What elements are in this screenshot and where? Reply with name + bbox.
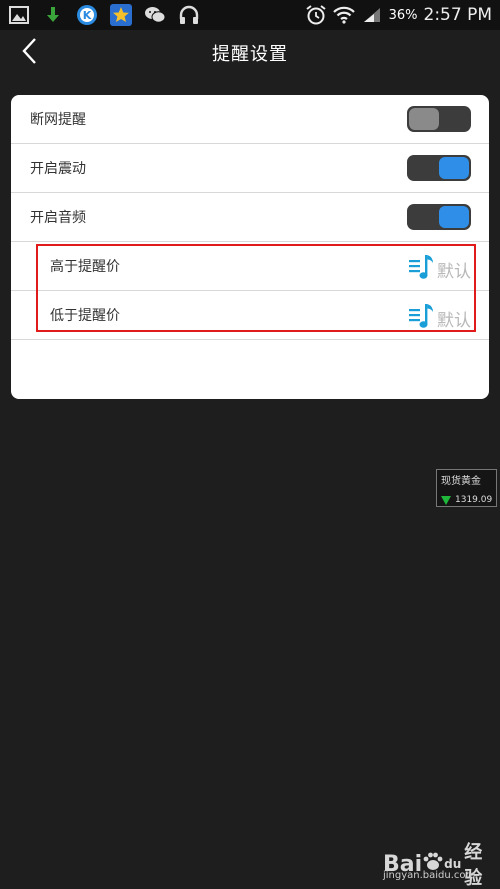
sound-value: 默认 xyxy=(437,261,471,282)
page-title: 提醒设置 xyxy=(212,44,288,65)
setting-label: 高于提醒价 xyxy=(50,259,120,275)
baidu-watermark: Bai du 经验 jingyan.baidu.com xyxy=(383,838,498,889)
toggle-knob xyxy=(439,206,469,228)
setting-label: 开启震动 xyxy=(30,161,86,177)
svg-text:K: K xyxy=(83,9,92,22)
star-app-icon xyxy=(110,4,132,26)
setting-label: 开启音频 xyxy=(30,210,86,226)
price-widget[interactable]: 现货黄金 1319.09 xyxy=(436,469,497,507)
music-list-icon xyxy=(408,302,436,334)
setting-row-vibration: 开启震动 xyxy=(11,144,489,193)
back-button[interactable] xyxy=(16,38,42,68)
watermark-brand-text: Bai xyxy=(383,851,423,877)
paw-icon xyxy=(422,850,444,878)
above-price-sound-selector[interactable]: 默认 xyxy=(408,253,471,285)
download-icon xyxy=(42,4,64,26)
k-app-icon: K xyxy=(76,4,98,26)
music-list-icon xyxy=(408,253,436,285)
gallery-icon xyxy=(8,4,30,26)
price-widget-value: 1319.09 xyxy=(455,494,493,505)
setting-label: 断网提醒 xyxy=(30,112,86,128)
price-widget-row: 1319.09 xyxy=(441,490,492,509)
disconnect-toggle[interactable] xyxy=(407,106,471,132)
settings-card: 断网提醒 开启震动 开启音频 高于提醒价 默认 低于提醒价 默认 保存 取消 xyxy=(11,95,489,399)
clock: 2:57 PM xyxy=(423,5,493,25)
setting-label: 低于提醒价 xyxy=(50,308,120,324)
signal-icon xyxy=(361,4,383,26)
watermark-brand-suffix: du xyxy=(444,857,462,871)
title-bar: 提醒设置 xyxy=(0,30,500,76)
setting-row-audio: 开启音频 xyxy=(11,193,489,242)
setting-row-disconnect: 断网提醒 xyxy=(11,95,489,144)
wifi-icon xyxy=(332,4,355,26)
below-price-sound-selector[interactable]: 默认 xyxy=(408,302,471,334)
audio-toggle[interactable] xyxy=(407,204,471,230)
sound-value: 默认 xyxy=(437,310,471,331)
chevron-left-icon xyxy=(21,37,37,69)
wechat-icon xyxy=(144,4,166,26)
price-widget-name: 现货黄金 xyxy=(441,476,481,487)
setting-row-above-price: 高于提醒价 默认 xyxy=(11,242,489,291)
alarm-icon xyxy=(305,4,327,26)
vibration-toggle[interactable] xyxy=(407,155,471,181)
battery-level: 36% xyxy=(388,7,418,23)
watermark-url: jingyan.baidu.com xyxy=(383,870,476,881)
watermark-brand-cn: 经验 xyxy=(464,842,483,889)
down-arrow-icon xyxy=(441,490,451,509)
toggle-knob xyxy=(439,157,469,179)
toggle-knob xyxy=(409,108,439,130)
setting-row-below-price: 低于提醒价 默认 xyxy=(11,291,489,340)
headphones-icon xyxy=(178,4,200,26)
status-bar: K 36% 2:57 PM xyxy=(0,0,500,30)
watermark-brand: Bai du 经验 xyxy=(383,838,498,889)
